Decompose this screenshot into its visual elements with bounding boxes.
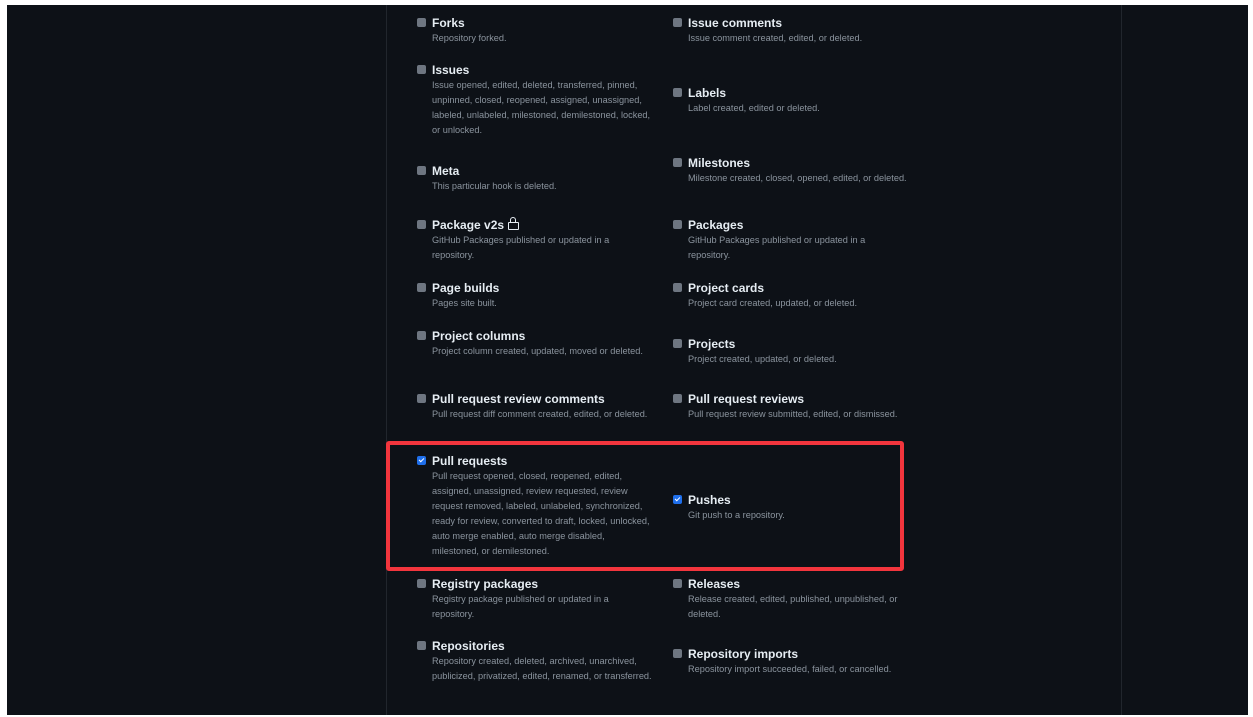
webhook-events-panel: Forks Repository forked. Issue comments … [7, 5, 1248, 715]
lock-icon [508, 217, 520, 230]
meta-title: Meta [432, 164, 460, 178]
registry-packages-desc: Registry package published or updated in… [432, 594, 609, 619]
pr-reviews-checkbox[interactable] [673, 394, 682, 403]
repositories-title: Repositories [432, 639, 505, 653]
repository-imports-checkbox[interactable] [673, 649, 682, 658]
projects-title: Projects [688, 337, 736, 351]
issues-desc: Issue opened, edited, deleted, transferr… [432, 80, 651, 135]
issue-comments-checkbox[interactable] [673, 18, 682, 27]
meta-desc: This particular hook is deleted. [432, 181, 557, 191]
packages-checkbox[interactable] [673, 220, 682, 229]
pr-reviews-title: Pull request reviews [688, 392, 805, 406]
milestones-checkbox[interactable] [673, 158, 682, 167]
page-builds-title: Page builds [432, 281, 500, 295]
page-builds-desc: Pages site built. [432, 298, 497, 308]
milestones-desc: Milestone created, closed, opened, edite… [688, 173, 907, 183]
forks-checkbox[interactable] [417, 18, 426, 27]
repository-imports-title: Repository imports [688, 647, 799, 661]
labels-desc: Label created, edited or deleted. [688, 103, 820, 113]
issues-checkbox[interactable] [417, 65, 426, 74]
package-v2s-title: Package v2s [432, 218, 505, 232]
labels-title: Labels [688, 86, 727, 100]
releases-checkbox[interactable] [673, 579, 682, 588]
registry-packages-title: Registry packages [432, 577, 539, 591]
releases-desc: Release created, edited, published, unpu… [688, 594, 898, 619]
page-builds-checkbox[interactable] [417, 283, 426, 292]
projects-desc: Project created, updated, or deleted. [688, 354, 837, 364]
repository-imports-desc: Repository import succeeded, failed, or … [688, 664, 892, 674]
panel-right-border [1121, 5, 1122, 715]
issue-comments-desc: Issue comment created, edited, or delete… [688, 33, 863, 43]
pr-review-comments-title: Pull request review comments [432, 392, 605, 406]
projects-checkbox[interactable] [673, 339, 682, 348]
package-v2s-checkbox[interactable] [417, 220, 426, 229]
pr-review-comments-desc: Pull request diff comment created, edite… [432, 409, 648, 419]
registry-packages-checkbox[interactable] [417, 579, 426, 588]
repositories-checkbox[interactable] [417, 641, 426, 650]
panel-left-border [386, 5, 387, 715]
packages-title: Packages [688, 218, 744, 232]
project-columns-desc: Project column created, updated, moved o… [432, 346, 643, 356]
forks-desc: Repository forked. [432, 33, 507, 43]
pr-review-comments-checkbox[interactable] [417, 394, 426, 403]
project-cards-desc: Project card created, updated, or delete… [688, 298, 858, 308]
labels-checkbox[interactable] [673, 88, 682, 97]
pr-reviews-desc: Pull request review submitted, edited, o… [688, 409, 898, 419]
issues-title: Issues [432, 63, 470, 77]
milestones-title: Milestones [688, 156, 751, 170]
forks-title: Forks [432, 16, 465, 30]
releases-title: Releases [688, 577, 741, 591]
meta-checkbox[interactable] [417, 166, 426, 175]
package-v2s-title-wrap: Package v2s [432, 217, 520, 232]
repositories-desc: Repository created, deleted, archived, u… [432, 656, 652, 681]
packages-desc: GitHub Packages published or updated in … [688, 235, 866, 260]
project-columns-checkbox[interactable] [417, 331, 426, 340]
package-v2s-desc: GitHub Packages published or updated in … [432, 235, 610, 260]
highlight-box [386, 441, 904, 571]
issue-comments-title: Issue comments [688, 16, 783, 30]
project-cards-title: Project cards [688, 281, 765, 295]
project-cards-checkbox[interactable] [673, 283, 682, 292]
project-columns-title: Project columns [432, 329, 526, 343]
